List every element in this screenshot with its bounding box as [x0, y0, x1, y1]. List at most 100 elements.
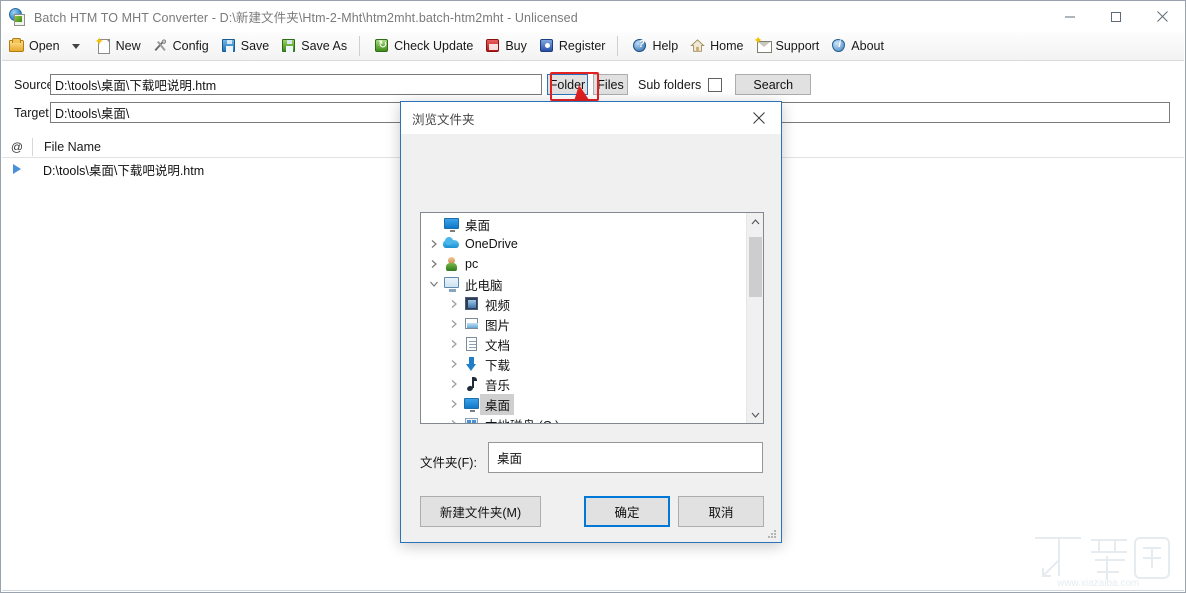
tree-item-label: 音乐 — [485, 378, 511, 393]
tree-scrollbar[interactable] — [746, 213, 763, 423]
toolbar-register-button[interactable]: Register — [534, 34, 611, 58]
tree-expander-chevron-right-icon[interactable] — [445, 354, 463, 374]
disk-icon — [463, 416, 480, 423]
source-input[interactable]: D:\tools\桌面\下载吧说明.htm — [50, 74, 542, 95]
tree-expander-chevron-down-icon[interactable] — [425, 274, 443, 294]
dialog-close-button[interactable] — [737, 103, 781, 134]
toolbar-check-update-button[interactable]: Check Update — [369, 34, 478, 58]
tree-expander-chevron-right-icon[interactable] — [445, 294, 463, 314]
watermark-url: www.xiazaiba.com — [1056, 578, 1139, 589]
sub-folders-label: Sub folders — [638, 77, 702, 92]
toolbar-config-label: Config — [172, 39, 209, 53]
toolbar-separator-1 — [359, 36, 361, 56]
open-dropdown-chevron-down-icon[interactable] — [71, 43, 80, 49]
folder-button[interactable]: Folder — [547, 74, 588, 95]
row-marker — [2, 164, 32, 174]
help-circle-icon — [632, 38, 648, 54]
tree-item-onedrive[interactable]: OneDrive — [421, 234, 746, 254]
tree-item-local-disk-c[interactable]: 本地磁盘 (C:) — [421, 414, 746, 424]
minimize-button[interactable] — [1047, 1, 1093, 32]
source-label: Source — [14, 77, 54, 92]
column-header-marker[interactable]: @ — [2, 140, 32, 154]
pictures-icon — [463, 316, 480, 332]
tree-expander-chevron-right-icon[interactable] — [445, 414, 463, 423]
toolbar-separator-2 — [617, 36, 619, 56]
onedrive-icon — [443, 236, 460, 252]
window-controls — [1047, 1, 1185, 32]
documents-icon — [463, 336, 480, 352]
toolbar-check-update-label: Check Update — [394, 39, 474, 53]
toolbar-open-label: Open — [29, 39, 60, 53]
dialog-title: 浏览文件夹 — [412, 112, 475, 127]
tree-item-downloads[interactable]: 下载 — [421, 354, 746, 374]
close-button[interactable] — [1139, 1, 1185, 32]
tree-item-music[interactable]: 音乐 — [421, 374, 746, 394]
tree-item-label: 此电脑 — [465, 278, 503, 293]
user-icon — [443, 256, 460, 272]
toolbar-help-label: Help — [652, 39, 679, 53]
folder-field-label: 文件夹(F): — [420, 456, 477, 470]
files-button[interactable]: Files — [593, 74, 628, 95]
video-icon — [463, 296, 480, 312]
toolbar-new-button[interactable]: ✦ New — [91, 34, 146, 58]
toolbar-home-button[interactable]: Home — [685, 34, 748, 58]
toolbar-buy-button[interactable]: Buy — [480, 34, 532, 58]
toolbar-support-button[interactable]: ✦ Support — [751, 34, 825, 58]
tree-item-videos[interactable]: 视频 — [421, 294, 746, 314]
resize-grip[interactable] — [767, 529, 777, 539]
tree-expander-chevron-right-icon[interactable] — [445, 314, 463, 334]
toolbar-save-label: Save — [240, 39, 270, 53]
new-folder-button[interactable]: 新建文件夹(M) — [420, 496, 541, 527]
toolbar-config-button[interactable]: Config — [148, 34, 214, 58]
tree-item-desktop-root[interactable]: 桌面 — [421, 214, 746, 234]
toolbar-about-label: About — [851, 39, 884, 53]
music-icon — [463, 376, 480, 392]
scroll-up-arrow-icon[interactable] — [747, 213, 763, 230]
source-row: Source D:\tools\桌面\下载吧说明.htm Folder File… — [2, 71, 1184, 98]
title-bar: Batch HTM TO MHT Converter - D:\新建文件夹\Ht… — [1, 1, 1185, 32]
scrollbar-thumb[interactable] — [749, 237, 762, 297]
tree-item-this-pc[interactable]: 此电脑 — [421, 274, 746, 294]
tree-expander-chevron-right-icon[interactable] — [445, 394, 463, 414]
tree-item-pictures[interactable]: 图片 — [421, 314, 746, 334]
tree-item-documents[interactable]: 文档 — [421, 334, 746, 354]
toolbar-buy-label: Buy — [505, 39, 527, 53]
desktop-icon — [443, 216, 460, 232]
folder-tree[interactable]: 桌面 OneDrive pc 此电脑 视频 图片 文档 下载 音乐 桌面 — [420, 212, 764, 424]
ok-button[interactable]: 确定 — [584, 496, 670, 527]
toolbar-save-button[interactable]: Save — [216, 34, 275, 58]
tree-item-label: 桌面 — [480, 393, 515, 415]
tree-expander-chevron-right-icon[interactable] — [445, 374, 463, 394]
toolbar-save-as-button[interactable]: Save As — [276, 34, 352, 58]
tree-item-label: 视频 — [485, 298, 511, 313]
dialog-title-bar: 浏览文件夹 — [401, 102, 781, 134]
search-button[interactable]: Search — [735, 74, 812, 95]
tree-item-desktop-selected[interactable]: 桌面 — [421, 393, 746, 415]
tree-expander-chevron-right-icon[interactable] — [425, 254, 443, 274]
tree-item-pc-user[interactable]: pc — [421, 254, 746, 274]
column-header-file-name[interactable]: File Name — [33, 140, 101, 154]
cancel-button[interactable]: 取消 — [678, 496, 764, 527]
tree-item-label: 图片 — [485, 318, 511, 333]
tree-expander-chevron-right-icon[interactable] — [425, 234, 443, 254]
key-user-icon — [539, 38, 555, 54]
toolbar-about-button[interactable]: About — [826, 34, 889, 58]
toolbar-help-button[interactable]: Help — [627, 34, 683, 58]
floppy-disk-green-icon — [281, 38, 297, 54]
sub-folders-checkbox[interactable] — [708, 77, 723, 92]
info-icon — [831, 38, 847, 54]
toolbar-register-label: Register — [558, 39, 606, 53]
toolbar-open-button[interactable]: Open — [4, 34, 65, 58]
scroll-down-arrow-icon[interactable] — [747, 406, 763, 423]
window-title: Batch HTM TO MHT Converter - D:\新建文件夹\Ht… — [34, 11, 578, 25]
tree-expander-chevron-right-icon[interactable] — [445, 334, 463, 354]
tree-item-label: 本地磁盘 (C:) — [480, 415, 559, 424]
maximize-button[interactable] — [1093, 1, 1139, 32]
toolbar-home-label: Home — [710, 39, 744, 53]
application-window: Batch HTM TO MHT Converter - D:\新建文件夹\Ht… — [0, 0, 1186, 593]
tree-expander-none — [425, 214, 443, 234]
open-folder-icon — [9, 38, 25, 54]
downloads-icon — [463, 356, 480, 372]
folder-name-input[interactable]: 桌面 — [488, 442, 763, 473]
envelope-icon: ✦ — [754, 36, 772, 54]
